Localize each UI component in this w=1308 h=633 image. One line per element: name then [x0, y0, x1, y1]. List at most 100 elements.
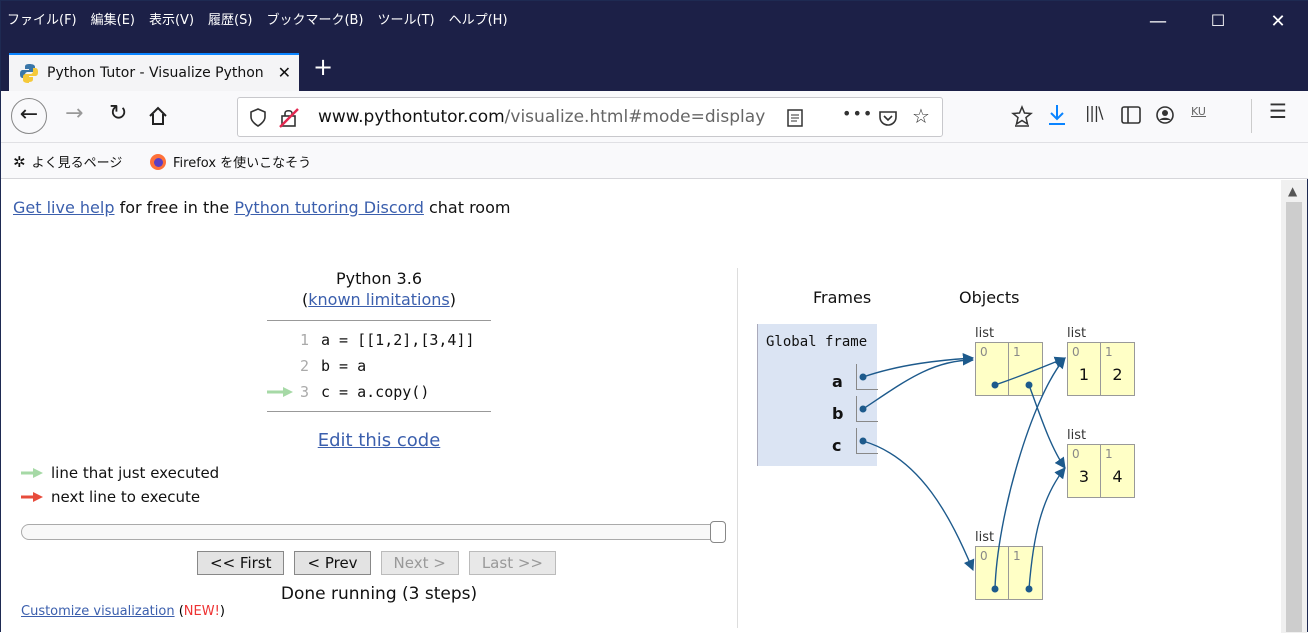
menu-file[interactable]: ファイル(F)	[7, 9, 77, 28]
menu-bar: ファイル(F) 編集(E) 表示(V) 履歴(S) ブックマーク(B) ツール(…	[1, 1, 1308, 49]
help-banner: Get live help for free in the Python tut…	[13, 198, 510, 217]
pointer-dot	[859, 437, 867, 445]
prev-button[interactable]: < Prev	[294, 551, 371, 575]
shield-icon[interactable]	[250, 108, 266, 128]
firefox-logo-icon	[150, 153, 166, 170]
sidebar-icon[interactable]	[1121, 106, 1141, 124]
pointer-dot	[859, 373, 867, 381]
code-line-3: 3 c = a.copy()	[267, 379, 491, 405]
pointer-dot	[859, 405, 867, 413]
code-text: b = a	[321, 357, 367, 375]
pointer-dot	[1025, 381, 1033, 389]
navigation-toolbar: ← → ↻ www.pythontutor.com/visualize.html…	[1, 91, 1308, 143]
visualization-panel: Frames Objects Global frame a b c list 0…	[741, 268, 1281, 633]
bookmark-firefox-guide-label: Firefox を使いこなそう	[173, 156, 312, 171]
menu-help[interactable]: ヘルプ(H)	[449, 9, 508, 28]
pointer-dot	[991, 381, 999, 389]
url-host: www.pythontutor.com	[318, 107, 505, 127]
step-slider-handle[interactable]	[710, 521, 726, 543]
toolbar-divider	[1251, 99, 1252, 133]
back-button[interactable]: ←	[11, 98, 47, 134]
executed-line-arrow-icon	[267, 387, 293, 397]
page-content: Get live help for free in the Python tut…	[1, 180, 1281, 633]
help-mid-text: for free in the	[114, 198, 235, 217]
line-number: 1	[299, 331, 309, 349]
forward-button[interactable]: →	[65, 101, 83, 126]
customize-link[interactable]: Customize visualization	[21, 604, 175, 619]
code-listing: 1 a = [[1,2],[3,4]] 2 b = a 3 c = a.copy…	[267, 320, 491, 412]
bookmark-star-icon[interactable]: ☆	[912, 104, 930, 128]
code-text: a = [[1,2],[3,4]]	[321, 331, 475, 349]
panel-divider	[737, 268, 738, 628]
code-line-2: 2 b = a	[267, 353, 491, 379]
tab-strip: Python Tutor - Visualize Python ✕ +	[1, 49, 1308, 91]
new-badge: NEW!	[183, 604, 220, 619]
legend-next: next line to execute	[21, 488, 200, 506]
customize-paren-open: (	[174, 604, 184, 619]
reference-arrows	[859, 353, 1067, 593]
legend-executed-label: line that just executed	[51, 464, 220, 482]
menu-history[interactable]: 履歴(S)	[208, 9, 252, 28]
customize-paren-close: )	[219, 604, 225, 619]
new-tab-button[interactable]: +	[313, 53, 333, 81]
bookmark-most-visited[interactable]: ✲ よく見るページ	[13, 152, 122, 172]
hamburger-menu-icon[interactable]: ☰	[1269, 99, 1287, 123]
bookmark-firefox-guide[interactable]: Firefox を使いこなそう	[149, 152, 311, 171]
step-slider-track[interactable]	[21, 524, 725, 540]
paren-close: )	[449, 290, 456, 309]
maximize-button[interactable]: ☐	[1195, 11, 1241, 30]
python-logo-icon	[20, 64, 38, 83]
account-icon[interactable]	[1155, 105, 1175, 125]
url-bar[interactable]: www.pythontutor.com/visualize.html#mode=…	[237, 97, 943, 137]
reload-icon[interactable]: ↻	[109, 101, 127, 126]
extension-ku-icon[interactable]: KU	[1191, 105, 1206, 118]
live-help-link[interactable]: Get live help	[13, 198, 114, 217]
scroll-up-icon[interactable]: ▲	[1288, 184, 1297, 198]
tab-close-icon[interactable]: ✕	[278, 63, 291, 82]
gear-icon: ✲	[13, 152, 26, 171]
browser-window: ファイル(F) 編集(E) 表示(V) 履歴(S) ブックマーク(B) ツール(…	[0, 0, 1308, 633]
customize-row: Customize visualization (NEW!)	[21, 604, 225, 619]
reader-view-icon[interactable]	[786, 108, 804, 128]
code-text: c = a.copy()	[321, 383, 430, 401]
close-window-button[interactable]: ✕	[1255, 11, 1301, 32]
minimize-button[interactable]: —	[1135, 11, 1181, 32]
legend-next-label: next line to execute	[51, 488, 201, 506]
arrow-c1-to-34	[1028, 467, 1066, 590]
green-arrow-icon	[21, 468, 43, 478]
arrow-b-to-list	[862, 354, 975, 410]
scrollbar-thumb[interactable]	[1286, 202, 1302, 632]
download-icon[interactable]	[1047, 103, 1067, 127]
help-end-text: chat room	[423, 198, 511, 217]
pocket-icon[interactable]	[878, 108, 898, 128]
bookmarks-toolbar: ✲ よく見るページ Firefox を使いこなそう	[1, 143, 1308, 179]
python-version: Python 3.6 (known limitations)	[267, 268, 491, 310]
tab-title: Python Tutor - Visualize Python	[47, 65, 264, 81]
url-text: www.pythontutor.com/visualize.html#mode=…	[318, 107, 765, 127]
menu-bookmarks[interactable]: ブックマーク(B)	[266, 9, 363, 28]
navigation-buttons: << First < Prev Next > Last >>	[197, 551, 556, 575]
last-button[interactable]: Last >>	[468, 551, 556, 575]
bookmarks-menu-icon[interactable]	[1011, 105, 1033, 127]
pointer-dot	[1025, 585, 1033, 593]
discord-link[interactable]: Python tutoring Discord	[234, 198, 424, 217]
arrow-c-to-list	[862, 440, 975, 572]
url-path: /visualize.html#mode=display	[504, 107, 766, 127]
menu-view[interactable]: 表示(V)	[149, 9, 194, 28]
menu-tools[interactable]: ツール(T)	[378, 9, 435, 28]
first-button[interactable]: << First	[197, 551, 285, 575]
pointer-dot	[991, 585, 999, 593]
tab-python-tutor[interactable]: Python Tutor - Visualize Python ✕	[9, 53, 299, 91]
page-actions-icon[interactable]: •••	[842, 104, 873, 123]
next-button[interactable]: Next >	[380, 551, 459, 575]
library-icon[interactable]: |||\	[1085, 103, 1104, 122]
known-limitations-link[interactable]: known limitations	[308, 290, 450, 309]
menu-edit[interactable]: 編集(E)	[91, 9, 135, 28]
line-number: 2	[299, 357, 309, 375]
code-line-1: 1 a = [[1,2],[3,4]]	[267, 327, 491, 353]
home-icon[interactable]	[147, 105, 169, 127]
vertical-scrollbar[interactable]: ▲	[1281, 180, 1307, 633]
edit-code-link[interactable]: Edit this code	[318, 430, 441, 451]
insecure-lock-icon[interactable]	[278, 107, 300, 129]
run-status: Done running (3 steps)	[280, 584, 478, 604]
